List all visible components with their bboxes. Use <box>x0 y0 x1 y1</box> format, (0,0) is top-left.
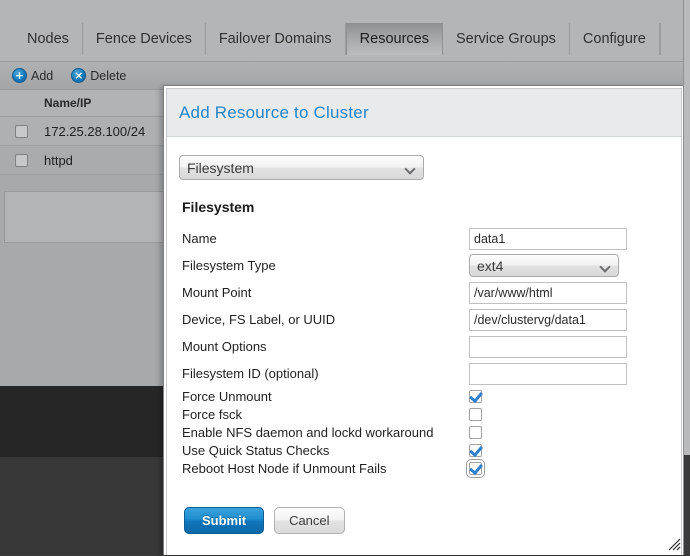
filesystem-type-select[interactable]: ext2ext3ext4xfs <box>469 254 619 277</box>
cancel-button[interactable]: Cancel <box>274 507 345 534</box>
plus-glyph: + <box>14 69 25 82</box>
add-button[interactable]: + Add <box>12 68 53 83</box>
checkbox-label: Reboot Host Node if Unmount Fails <box>182 460 387 476</box>
resource-type-select[interactable]: FilesystemIP AddressScriptNFS ClientApac… <box>179 155 424 180</box>
option-checkbox[interactable] <box>469 407 482 421</box>
row-checkbox[interactable] <box>15 124 28 138</box>
field-input[interactable] <box>469 308 627 331</box>
tab-resources[interactable]: Resources <box>345 23 443 55</box>
field-label: Name <box>182 231 217 246</box>
section-title: Filesystem <box>182 199 255 215</box>
checkbox-label: Use Quick Status Checks <box>182 442 330 458</box>
scrollbar-track[interactable] <box>684 455 690 555</box>
dialog-button-bar: Submit Cancel <box>179 507 667 534</box>
checkbox-row: Force fsck <box>179 405 667 423</box>
field-input[interactable] <box>469 335 627 358</box>
form-row: Filesystem Type ext2ext3ext4xfs <box>179 252 667 279</box>
checkbox-label: Force fsck <box>182 406 242 422</box>
submit-button[interactable]: Submit <box>184 507 265 534</box>
tab-bar: Nodes Fence Devices Failover Domains Resour… <box>0 0 690 62</box>
form-row: Filesystem ID (optional) <box>179 360 667 387</box>
row-name-value: 172.25.28.100/24 <box>44 123 146 139</box>
checkbox-label: Enable NFS daemon and lockd workaround <box>182 424 434 440</box>
x-circle-icon: × <box>71 68 87 83</box>
field-label: Mount Point <box>182 285 252 300</box>
option-checkbox[interactable] <box>469 389 482 403</box>
x-glyph: × <box>74 69 84 82</box>
add-resource-dialog: Add Resource to Cluster FilesystemIP Add… <box>163 85 684 555</box>
form-row: Mount Options <box>179 333 667 360</box>
tab-strip-end-divider <box>659 23 661 55</box>
field-label: Device, FS Label, or UUID <box>182 312 336 327</box>
checkbox-row: Force Unmount <box>179 387 667 405</box>
tab-fence-devices[interactable]: Fence Devices <box>83 23 206 55</box>
field-label: Filesystem Type <box>182 258 276 273</box>
delete-button-label: Delete <box>90 68 127 83</box>
form-row: Device, FS Label, or UUID <box>179 306 667 333</box>
checkbox-row: Reboot Host Node if Unmount Fails <box>179 458 667 478</box>
tab-configure[interactable]: Configure <box>570 23 660 55</box>
field-label: Mount Options <box>182 339 267 354</box>
plus-circle-icon: + <box>12 68 27 83</box>
tab-nodes[interactable]: Nodes <box>14 23 83 55</box>
checkbox-label: Force Unmount <box>182 388 272 404</box>
checkbox-row: Use Quick Status Checks <box>179 441 667 459</box>
window-vertical-scrollbar[interactable] <box>683 0 690 555</box>
filesystem-form: Name Filesystem Type ext2ext3ext4xfs Mount … <box>179 225 667 387</box>
option-checkbox[interactable] <box>466 458 485 478</box>
dialog-inner-frame: Add Resource to Cluster FilesystemIP Add… <box>166 88 682 555</box>
field-input[interactable] <box>469 362 627 385</box>
add-button-label: Add <box>31 68 54 83</box>
scrollbar-thumb[interactable] <box>684 0 690 455</box>
filesystem-type-select-wrapper: ext2ext3ext4xfs <box>469 254 619 277</box>
option-checkbox[interactable] <box>469 443 482 457</box>
row-checkbox[interactable] <box>15 153 28 167</box>
option-checkbox[interactable] <box>469 425 482 439</box>
column-header-name-ip: Name/IP <box>44 96 92 110</box>
row-name-value: httpd <box>44 152 73 168</box>
tab-failover-domains[interactable]: Failover Domains <box>206 23 346 55</box>
checkbox-row: Enable NFS daemon and lockd workaround <box>179 423 667 441</box>
dialog-title: Add Resource to Cluster <box>179 102 369 122</box>
field-input[interactable] <box>469 281 627 304</box>
resource-type-select-wrapper: FilesystemIP AddressScriptNFS ClientApac… <box>179 155 424 180</box>
delete-button[interactable]: × Delete <box>71 68 126 83</box>
tab-service-groups[interactable]: Service Groups <box>443 23 570 55</box>
field-label: Filesystem ID (optional) <box>182 366 319 381</box>
tab-strip: Nodes Fence Devices Failover Domains Resour… <box>14 23 661 55</box>
dialog-titlebar: Add Resource to Cluster <box>167 89 681 137</box>
form-row: Name <box>179 225 667 252</box>
form-row: Mount Point <box>179 279 667 306</box>
resize-grip-icon[interactable] <box>667 537 681 551</box>
dialog-body: FilesystemIP AddressScriptNFS ClientApac… <box>167 137 681 534</box>
filesystem-options: Force Unmount Force fsck Enable NFS daemon… <box>179 387 667 478</box>
field-input[interactable] <box>469 227 627 250</box>
